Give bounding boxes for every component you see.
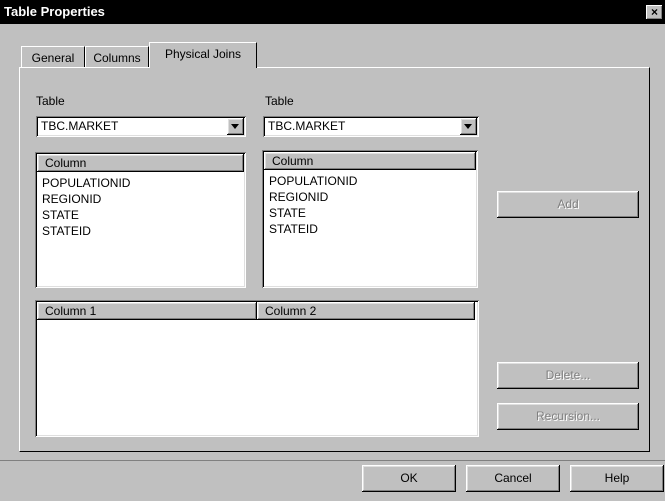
window-title: Table Properties: [4, 4, 105, 19]
right-column-list[interactable]: Column POPULATIONID REGIONID STATE STATE…: [262, 150, 478, 288]
ok-button[interactable]: OK: [362, 465, 456, 492]
left-table-label: Table: [36, 94, 65, 108]
bottom-separator: [0, 460, 665, 461]
left-column-header[interactable]: Column: [37, 154, 244, 172]
list-item[interactable]: STATE: [269, 206, 306, 221]
list-item[interactable]: STATEID: [269, 222, 318, 237]
tab-general[interactable]: General: [21, 46, 85, 68]
list-item[interactable]: REGIONID: [269, 190, 328, 205]
left-column-list[interactable]: Column POPULATIONID REGIONID STATE STATE…: [35, 152, 246, 288]
left-table-value: TBC.MARKET: [41, 119, 119, 133]
delete-button[interactable]: Delete...: [497, 362, 639, 389]
cancel-button[interactable]: Cancel: [466, 465, 560, 492]
joins-list[interactable]: Column 1 Column 2: [35, 300, 479, 437]
list-item[interactable]: STATEID: [42, 224, 91, 239]
joins-column2-header[interactable]: Column 2: [257, 302, 475, 320]
add-button[interactable]: Add: [497, 191, 639, 218]
chevron-down-icon[interactable]: [227, 118, 244, 135]
list-item[interactable]: STATE: [42, 208, 79, 223]
left-table-combo[interactable]: TBC.MARKET: [36, 116, 246, 137]
chevron-down-icon[interactable]: [460, 118, 477, 135]
close-icon[interactable]: ×: [646, 5, 663, 20]
recursion-button[interactable]: Recursion...: [497, 403, 639, 430]
right-column-header[interactable]: Column: [264, 152, 476, 170]
right-table-combo[interactable]: TBC.MARKET: [263, 116, 479, 137]
right-table-label: Table: [265, 94, 294, 108]
tab-columns[interactable]: Columns: [85, 46, 149, 68]
list-item[interactable]: POPULATIONID: [42, 176, 130, 191]
right-table-value: TBC.MARKET: [268, 119, 346, 133]
list-item[interactable]: POPULATIONID: [269, 174, 357, 189]
title-bar: Table Properties ×: [0, 0, 665, 24]
help-button[interactable]: Help: [570, 465, 664, 492]
joins-column1-header[interactable]: Column 1: [37, 302, 257, 320]
list-item[interactable]: REGIONID: [42, 192, 101, 207]
tab-physical-joins[interactable]: Physical Joins: [149, 42, 257, 68]
